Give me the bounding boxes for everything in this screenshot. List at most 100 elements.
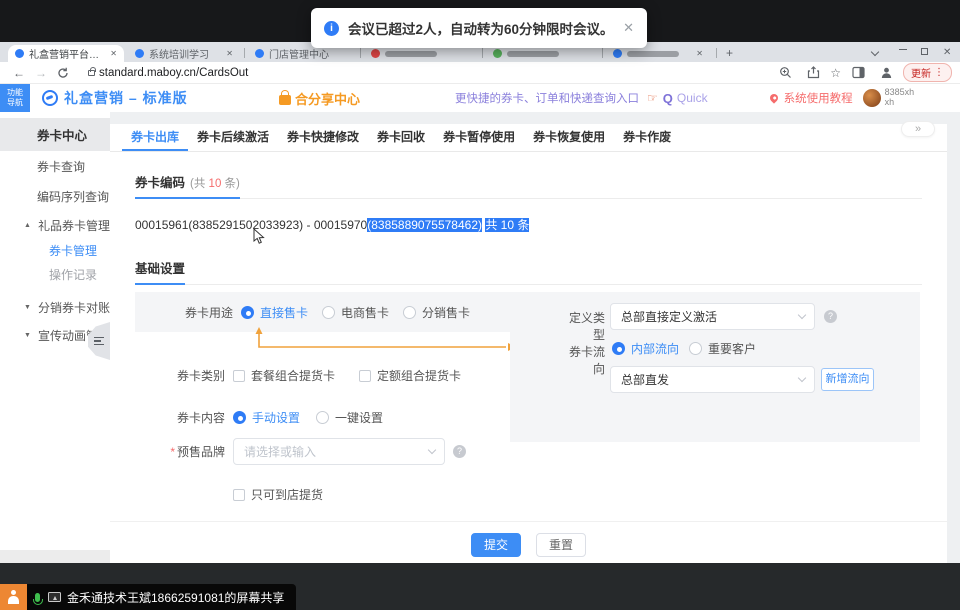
sidebar-item-code-sequence-query[interactable]: 编码序列查询 xyxy=(0,183,110,211)
share-icon[interactable] xyxy=(802,64,824,82)
toast-close-icon[interactable]: ✕ xyxy=(623,20,634,36)
user-avatar[interactable] xyxy=(863,89,881,107)
submit-button[interactable]: 提交 xyxy=(471,533,521,557)
window-maximize-icon[interactable] xyxy=(921,47,928,59)
tab-separator xyxy=(716,48,717,58)
add-flow-button[interactable]: 新增流向 xyxy=(821,368,874,391)
code-range-plain: 00015961(8385291502033923) - 00015970 xyxy=(135,218,367,232)
radio-selected-icon[interactable] xyxy=(241,306,254,319)
radio-selected-icon[interactable] xyxy=(233,411,246,424)
radio-icon[interactable] xyxy=(316,411,329,424)
lock-icon[interactable] xyxy=(88,70,95,76)
tab-close-icon[interactable]: ✕ xyxy=(110,49,117,58)
flow-label: 券卡流向 xyxy=(563,343,605,377)
sidebar-section-title: 券卡中心 xyxy=(0,118,110,151)
tab-favicon xyxy=(135,49,144,58)
browser-toolbar: ← → standard.maboy.cn/CardsOut ☆ xyxy=(0,62,960,84)
define-type-select[interactable]: 总部直接定义激活 xyxy=(610,303,815,330)
share-center-icon xyxy=(279,95,291,105)
define-type-help-icon[interactable]: ? xyxy=(824,310,837,323)
sidebar-item-card-management[interactable]: 券卡管理 xyxy=(0,239,110,263)
content-option-manual[interactable]: 手动设置 xyxy=(233,409,300,426)
new-tab-button[interactable]: + xyxy=(726,46,733,60)
back-icon[interactable]: ← xyxy=(8,64,30,82)
tab-close-icon[interactable]: ✕ xyxy=(226,49,233,58)
radio-selected-icon[interactable] xyxy=(612,342,625,355)
sidebar-group-distribution-reconcile[interactable]: ▼ 分销券卡对账 xyxy=(0,293,110,321)
screen-share-icon xyxy=(48,592,61,602)
user-name: 8385xh xh xyxy=(885,88,915,108)
usage-option-ecommerce[interactable]: 电商售卡 xyxy=(322,304,389,321)
content-mode-row: 券卡内容 手动设置 一键设置 xyxy=(135,409,383,426)
flow-option-internal[interactable]: 内部流向 xyxy=(612,340,679,357)
presale-brand-row: *预售品牌 请选择或输入 ? xyxy=(135,438,466,465)
nav-toggle-button[interactable]: 功能 导航 xyxy=(0,84,30,112)
browser-tab-2[interactable]: 系统培训学习 ✕ xyxy=(128,45,240,62)
browser-window: 礼盒营销平台管理中心 ✕ 系统培训学习 ✕ 门店管理中心 xyxy=(0,42,960,563)
store-pickup-row: 只可到店提货 xyxy=(135,486,323,503)
radio-icon[interactable] xyxy=(322,306,335,319)
sidebar-group-gift-card-mgmt[interactable]: ▲ 礼品券卡管理 xyxy=(0,211,110,239)
tab-cards-out[interactable]: 券卡出库 xyxy=(122,124,188,151)
profile-icon[interactable] xyxy=(875,64,897,82)
brand-title: 礼盒营销 – 标准版 xyxy=(64,88,188,108)
browser-tab-1[interactable]: 礼盒营销平台管理中心 ✕ xyxy=(8,45,124,62)
code-range-selected: (8385889075578462) xyxy=(367,218,482,232)
tab-resume[interactable]: 券卡恢复使用 xyxy=(524,124,614,151)
update-button[interactable]: 更新 ⋮ xyxy=(903,63,952,82)
zoom-icon[interactable] xyxy=(774,64,796,82)
side-panel-icon[interactable] xyxy=(847,64,869,82)
tab-later-activate[interactable]: 券卡后续激活 xyxy=(188,124,278,151)
flow-select[interactable]: 总部直发 xyxy=(610,366,815,393)
reset-button[interactable]: 重置 xyxy=(536,533,586,557)
quick-search-label[interactable]: Quick xyxy=(677,91,708,105)
radio-icon[interactable] xyxy=(689,342,702,355)
bookmark-star-icon[interactable]: ☆ xyxy=(830,66,841,80)
required-asterisk: * xyxy=(170,445,175,459)
window-menu-icon[interactable] xyxy=(872,47,878,59)
tab-separator xyxy=(602,48,603,58)
sidebar-footer-strip xyxy=(0,550,110,563)
checkbox-icon[interactable] xyxy=(233,370,245,382)
tab-favicon xyxy=(15,49,24,58)
tab-recycle[interactable]: 券卡回收 xyxy=(368,124,434,151)
sidebar-item-operation-log[interactable]: 操作记录 xyxy=(0,263,110,287)
tab-close-icon[interactable]: ✕ xyxy=(696,49,703,58)
tab-favicon xyxy=(371,49,380,58)
panel-collapse-button[interactable]: » xyxy=(901,121,935,137)
content-option-onekey[interactable]: 一键设置 xyxy=(316,409,383,426)
share-center-link[interactable]: 合分享中心 xyxy=(279,89,360,108)
forward-icon[interactable]: → xyxy=(30,64,52,82)
quick-search-q[interactable]: Q xyxy=(663,91,673,106)
store-pickup-option[interactable]: 只可到店提货 xyxy=(233,486,323,503)
category-option-package[interactable]: 套餐组合提货卡 xyxy=(233,367,335,384)
sidebar-item-card-query[interactable]: 券卡查询 xyxy=(0,153,110,181)
pointing-hand-icon: ☞ xyxy=(647,91,658,105)
tab-quick-modify[interactable]: 券卡快捷修改 xyxy=(278,124,368,151)
define-type-label: 定义类型 xyxy=(563,309,605,343)
basic-section-title: 基础设置 xyxy=(135,258,185,285)
window-minimize-icon[interactable] xyxy=(899,42,907,54)
usage-option-direct[interactable]: 直接售卡 xyxy=(241,304,308,321)
screen-share-chip[interactable]: 金禾通技术王斌18662591081的屏幕共享 xyxy=(0,584,296,610)
checkbox-icon[interactable] xyxy=(233,489,245,501)
reload-icon[interactable] xyxy=(52,64,74,82)
radio-icon[interactable] xyxy=(403,306,416,319)
screen-share-text: 金禾通技术王斌18662591081的屏幕共享 xyxy=(67,589,284,606)
presale-brand-select[interactable]: 请选择或输入 xyxy=(233,438,445,465)
triangle-up-icon: ▲ xyxy=(24,222,34,229)
window-close-icon[interactable]: ✕ xyxy=(943,47,951,59)
tab-void[interactable]: 券卡作废 xyxy=(614,124,680,151)
presale-brand-help-icon[interactable]: ? xyxy=(453,445,466,458)
url-text[interactable]: standard.maboy.cn/CardsOut xyxy=(99,67,248,79)
tab-suspend[interactable]: 券卡暂停使用 xyxy=(434,124,524,151)
basic-section-header: 基础设置 xyxy=(135,258,922,285)
select-placeholder: 请选择或输入 xyxy=(244,443,316,460)
code-range-line[interactable]: 00015961(8385291502033923) - 00015970(83… xyxy=(135,216,529,233)
usage-option-distribution[interactable]: 分销售卡 xyxy=(403,304,470,321)
checkbox-icon[interactable] xyxy=(359,370,371,382)
main-card: » 券卡出库 券卡后续激活 券卡快捷修改 券卡回收 券卡暂停使用 券卡恢复使用 … xyxy=(110,124,947,563)
flow-option-vip[interactable]: 重要客户 xyxy=(689,340,756,357)
tutorial-link[interactable]: 系统使用教程 xyxy=(784,90,853,106)
category-option-fixed-amount[interactable]: 定额组合提货卡 xyxy=(359,367,461,384)
